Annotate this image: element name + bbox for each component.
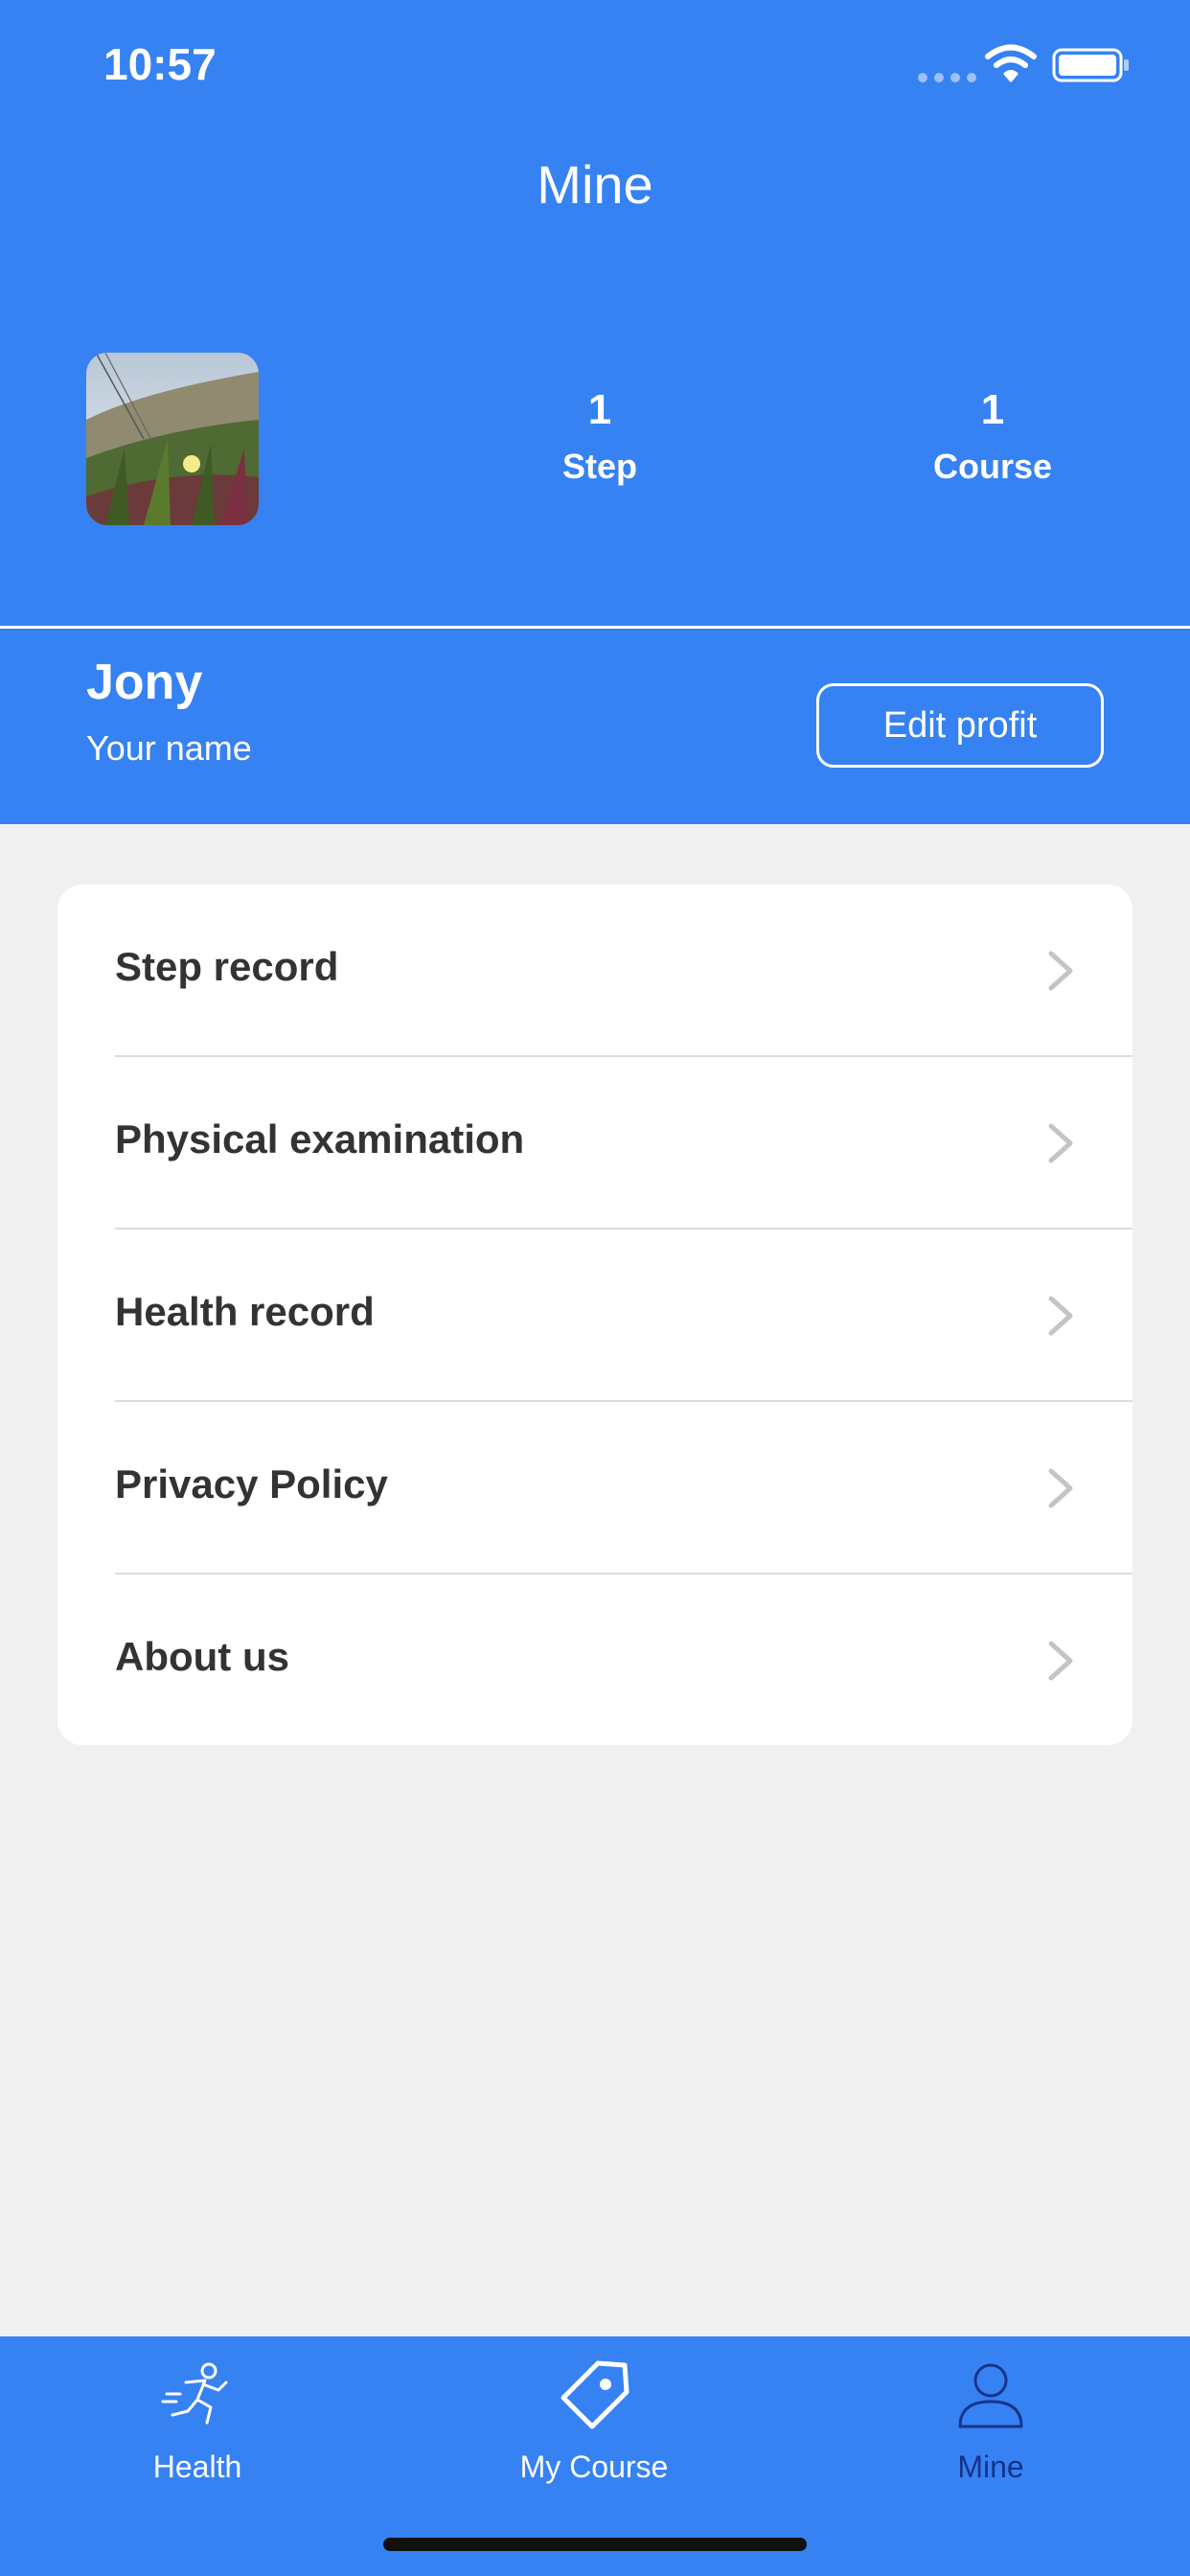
menu-item-label: Privacy Policy <box>115 1461 388 1506</box>
person-icon <box>958 2363 1023 2428</box>
menu-item-label: Step record <box>115 944 339 989</box>
menu-item-health-record[interactable]: Health record <box>57 1230 1133 1402</box>
wifi-icon <box>985 44 1037 82</box>
menu-card: Step record Physical examination Health … <box>57 885 1133 1745</box>
tab-mine-label: Mine <box>957 2450 1024 2484</box>
edit-profile-button[interactable]: Edit profit <box>816 683 1104 768</box>
status-bar: 10:57 <box>0 0 1190 125</box>
menu-item-about-us[interactable]: About us <box>57 1575 1133 1745</box>
menu-item-label: About us <box>115 1634 289 1679</box>
status-time: 10:57 <box>103 39 217 89</box>
tab-my-course[interactable]: My Course <box>450 2336 738 2509</box>
step-stat[interactable]: 1 Step <box>475 383 724 487</box>
home-indicator <box>383 2538 807 2551</box>
tab-health[interactable]: Health <box>54 2336 341 2509</box>
avatar[interactable] <box>86 353 259 525</box>
tab-mine[interactable]: Mine <box>847 2336 1134 2509</box>
chevron-right-icon <box>1048 1641 1073 1681</box>
menu-item-label: Health record <box>115 1289 375 1334</box>
menu-item-privacy-policy[interactable]: Privacy Policy <box>57 1402 1133 1575</box>
user-name: Jony <box>86 655 203 710</box>
chevron-right-icon <box>1048 1123 1073 1163</box>
course-label: Course <box>932 447 1053 486</box>
menu-item-step-record[interactable]: Step record <box>57 885 1133 1057</box>
page-title: Mine <box>537 154 653 215</box>
chevron-right-icon <box>1048 1468 1073 1508</box>
running-person-icon <box>161 2362 228 2425</box>
tab-health-label: Health <box>152 2450 242 2484</box>
tab-my-course-label: My Course <box>519 2450 669 2484</box>
cellular-signal-icon <box>918 73 976 82</box>
user-name-caption: Your name <box>86 728 252 768</box>
step-label: Step <box>561 447 637 486</box>
tag-icon <box>561 2360 629 2429</box>
chevron-right-icon <box>1048 951 1073 991</box>
course-count: 1 <box>980 386 1005 433</box>
menu-item-label: Physical examination <box>115 1116 525 1162</box>
menu-item-physical-examination[interactable]: Physical examination <box>57 1057 1133 1230</box>
header-divider <box>0 626 1190 629</box>
avatar-photo <box>86 353 259 525</box>
profile-header: 10:57 Mine 1 Step 1 Course Jony Your nam… <box>0 0 1190 824</box>
step-count: 1 <box>587 386 612 433</box>
battery-icon <box>1052 48 1129 82</box>
course-stat[interactable]: 1 Course <box>868 383 1117 487</box>
chevron-right-icon <box>1048 1296 1073 1336</box>
